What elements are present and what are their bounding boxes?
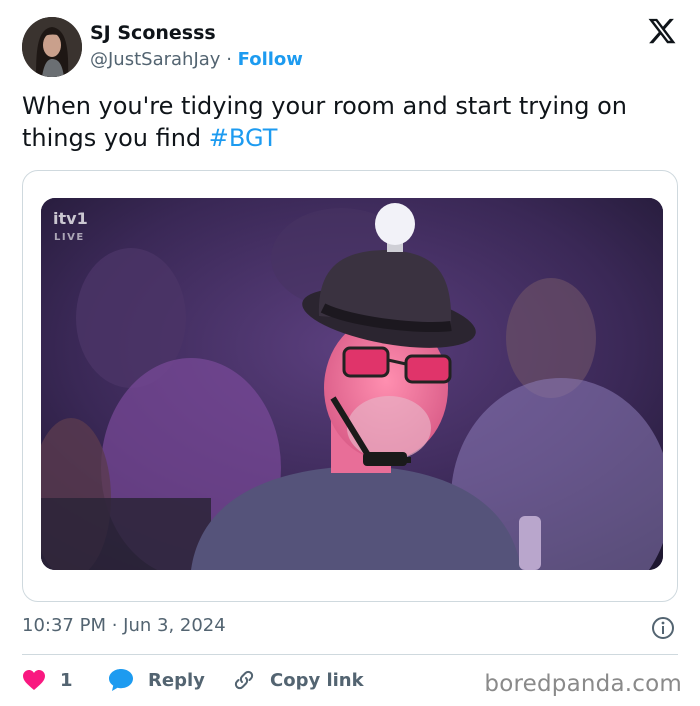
tweet-photo[interactable]: itv1 LIVE [41,198,663,570]
like-button[interactable]: 1 [22,665,73,695]
watermark: boredpanda.com [484,671,682,697]
avatar[interactable] [22,17,82,77]
tweet-timestamp[interactable]: 10:37 PM · Jun 3, 2024 [22,615,226,636]
broadcast-live-label: LIVE [54,232,85,243]
separator: · [226,49,232,70]
reply-bubble-icon [109,669,133,691]
display-name[interactable]: SJ Sconesss [90,22,216,44]
tweet-header: SJ Sconesss @JustSarahJay · Follow [22,16,682,78]
handle-row: @JustSarahJay · Follow [90,49,303,70]
reply-label: Reply [148,669,205,691]
copy-link-label: Copy link [270,669,364,691]
media-card: itv1 LIVE [22,170,678,602]
handle[interactable]: @JustSarahJay [90,49,220,70]
like-count: 1 [60,669,73,691]
broadcast-logo: itv1 [53,209,88,228]
info-icon[interactable] [651,616,675,640]
reply-button[interactable]: Reply [108,665,205,695]
tweet-text: When you're tidying your room and start … [22,90,682,154]
x-logo-icon[interactable] [647,16,677,46]
tweet-body: When you're tidying your room and start … [22,92,627,152]
divider [22,654,678,655]
heart-icon [23,670,45,690]
copy-link-button[interactable]: Copy link [232,665,364,695]
follow-button[interactable]: Follow [238,49,303,70]
hashtag-link[interactable]: #BGT [209,124,278,152]
link-icon [234,670,254,690]
